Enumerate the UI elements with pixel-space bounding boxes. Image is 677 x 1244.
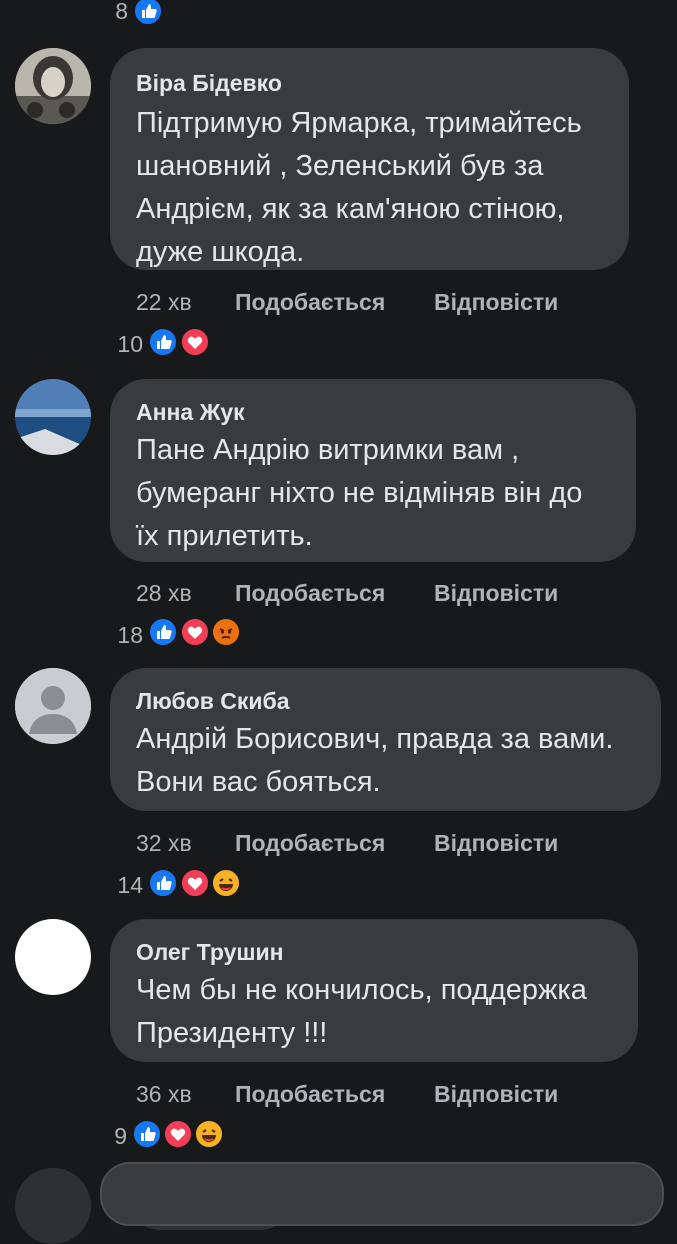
comment-text: Чем бы не кончилось, поддержка Президент… bbox=[136, 974, 587, 1049]
avatar[interactable] bbox=[15, 668, 91, 744]
comment-bubble: Анна Жук Пане Андрію витримки вам , буме… bbox=[110, 379, 636, 562]
like-icon bbox=[148, 617, 178, 647]
comment-text: Підтримую Ярмарка, тримайтесь шановний ,… bbox=[136, 107, 582, 268]
comment-text: Пане Андрію витримки вам , бумеранг ніхт… bbox=[136, 434, 583, 552]
comment-bubble: Віра Бідевко Підтримую Ярмарка, тримайте… bbox=[110, 48, 629, 270]
angry-icon bbox=[211, 617, 241, 647]
comment-time[interactable]: 22 хв bbox=[136, 289, 192, 316]
like-icon bbox=[148, 327, 178, 357]
reaction-count[interactable]: 8 bbox=[88, 0, 128, 25]
avatar[interactable] bbox=[15, 48, 91, 124]
haha-icon bbox=[211, 868, 241, 898]
reaction-count[interactable]: 18 bbox=[103, 622, 143, 649]
next-comment-avatar bbox=[15, 1168, 91, 1244]
avatar[interactable] bbox=[15, 379, 91, 455]
like-icon bbox=[148, 868, 178, 898]
reaction-count[interactable]: 9 bbox=[87, 1123, 127, 1150]
comment-text: Андрій Борисович, правда за вами. Вони в… bbox=[136, 723, 614, 798]
comment-input[interactable] bbox=[100, 1162, 664, 1226]
reply-button[interactable]: Відповісти bbox=[434, 289, 558, 316]
like-button[interactable]: Подобається bbox=[235, 1081, 385, 1108]
comment-author[interactable]: Любов Скиба bbox=[136, 688, 290, 715]
reply-button[interactable]: Відповісти bbox=[434, 580, 558, 607]
comment-author[interactable]: Олег Трушин bbox=[136, 939, 284, 966]
comment-author[interactable]: Анна Жук bbox=[136, 399, 245, 426]
comment-time[interactable]: 28 хв bbox=[136, 580, 192, 607]
comment-bubble: Олег Трушин Чем бы не кончилось, поддерж… bbox=[110, 919, 638, 1062]
love-icon bbox=[163, 1119, 193, 1149]
like-button[interactable]: Подобається bbox=[235, 580, 385, 607]
love-icon bbox=[180, 617, 210, 647]
comment-bubble: Любов Скиба Андрій Борисович, правда за … bbox=[110, 668, 661, 811]
comment-author[interactable]: Віра Бідевко bbox=[136, 70, 282, 97]
comment-time[interactable]: 36 хв bbox=[136, 1081, 192, 1108]
haha-icon bbox=[194, 1119, 224, 1149]
like-icon bbox=[133, 0, 163, 26]
reply-button[interactable]: Відповісти bbox=[434, 1081, 558, 1108]
avatar[interactable] bbox=[15, 919, 91, 995]
reaction-count[interactable]: 10 bbox=[103, 331, 143, 358]
reaction-count[interactable]: 14 bbox=[103, 872, 143, 899]
reply-button[interactable]: Відповісти bbox=[434, 830, 558, 857]
love-icon bbox=[180, 327, 210, 357]
love-icon bbox=[180, 868, 210, 898]
like-icon bbox=[132, 1119, 162, 1149]
comment-time[interactable]: 32 хв bbox=[136, 830, 192, 857]
like-button[interactable]: Подобається bbox=[235, 289, 385, 316]
like-button[interactable]: Подобається bbox=[235, 830, 385, 857]
